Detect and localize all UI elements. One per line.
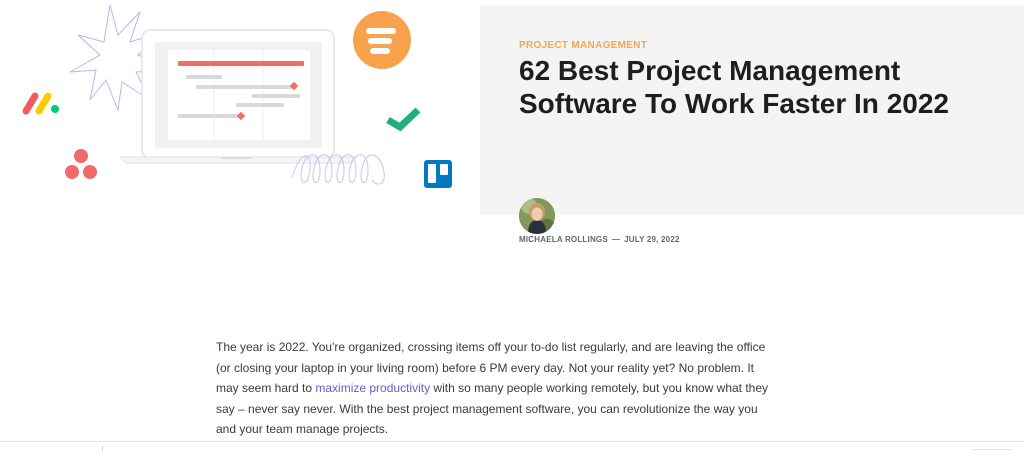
category-label[interactable]: PROJECT MANAGEMENT — [519, 40, 647, 51]
maximize-productivity-link[interactable]: maximize productivity — [315, 381, 430, 395]
trello-logo-icon — [424, 160, 452, 188]
author-avatar[interactable] — [519, 198, 555, 234]
monday-logo-icon — [22, 92, 59, 115]
author-name[interactable]: MICHAELA ROLLINGS — [519, 235, 608, 244]
intro-paragraph: The year is 2022. You're organized, cros… — [216, 337, 776, 440]
check-logo-icon — [386, 107, 421, 132]
page-title: 62 Best Project Management Software To W… — [519, 55, 949, 119]
bottom-divider-right — [972, 449, 1012, 450]
publish-date: JULY 29, 2022 — [624, 235, 680, 244]
asana-logo-icon — [65, 149, 97, 179]
hero-illustration-svg — [22, 4, 452, 188]
byline: MICHAELA ROLLINGS — JULY 29, 2022 — [519, 235, 680, 244]
bottom-divider-tick — [102, 446, 103, 451]
laptop-illustration — [118, 29, 358, 164]
bottom-divider — [0, 441, 1024, 442]
clickup-logo-icon — [353, 11, 411, 69]
avatar-image — [519, 198, 555, 234]
byline-separator: — — [611, 235, 621, 244]
hero-illustration — [0, 0, 480, 215]
